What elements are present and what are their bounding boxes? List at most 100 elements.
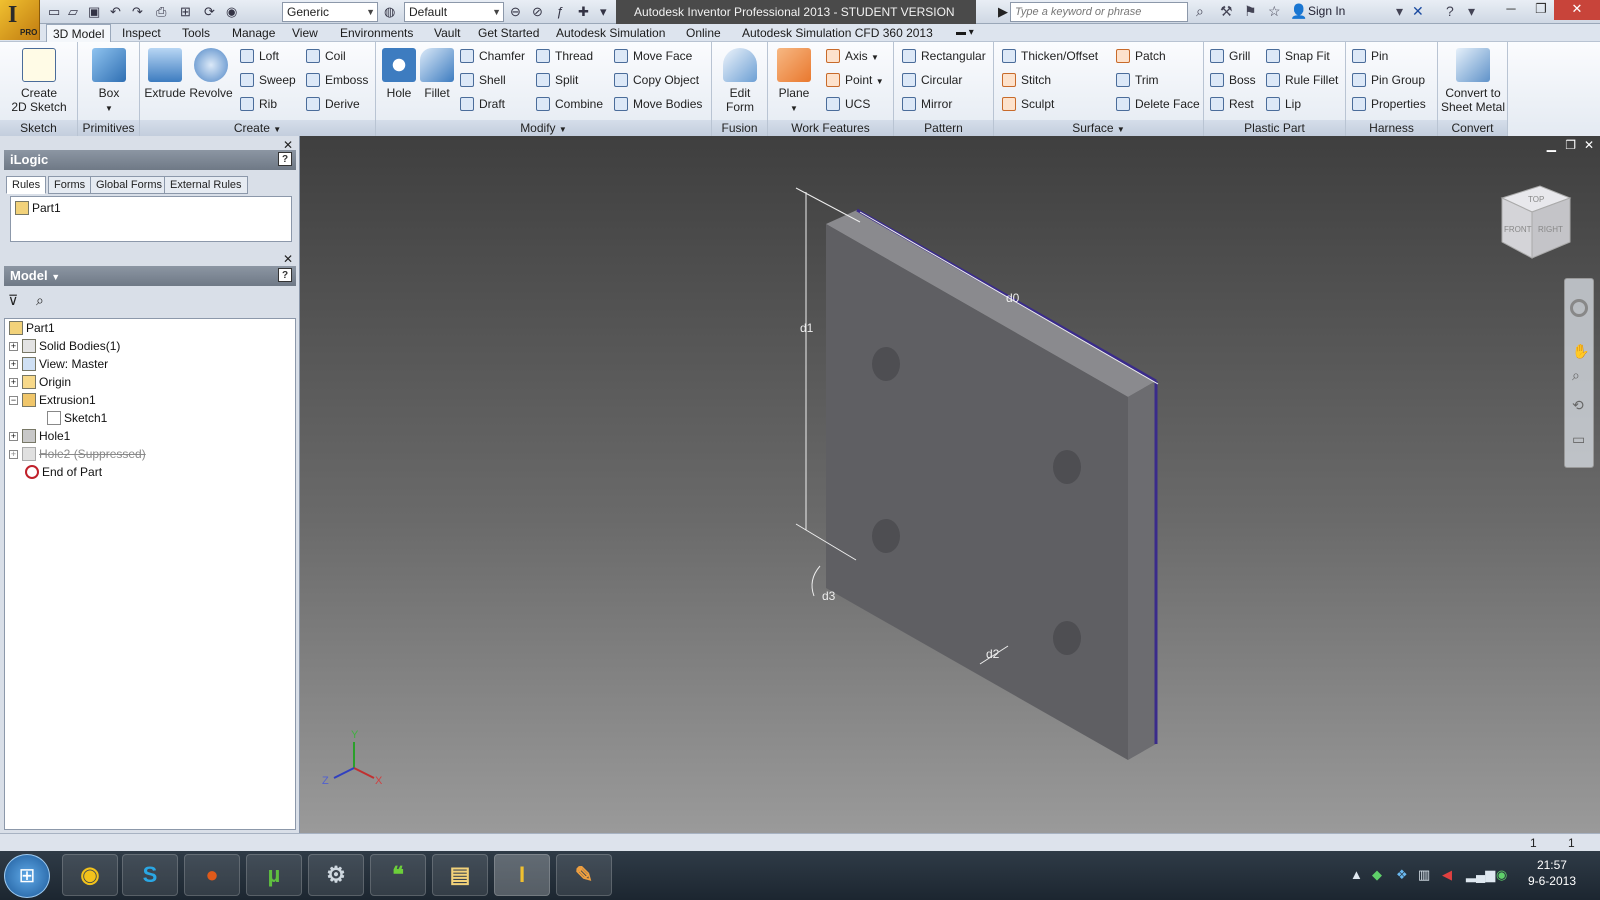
hole-feature[interactable] xyxy=(872,347,900,381)
help-search-input[interactable]: Type a keyword or phrase xyxy=(1010,2,1188,22)
shell-button[interactable]: Shell xyxy=(460,70,506,90)
favorites-star-icon[interactable]: ☆ xyxy=(1268,3,1281,20)
clear-override-icon[interactable]: ⊘ xyxy=(532,4,543,20)
tree-node-hole2-suppressed[interactable]: + Hole2 (Suppressed) xyxy=(9,445,146,463)
box-button[interactable]: Box ▼ xyxy=(90,48,128,116)
hole-feature[interactable] xyxy=(1053,621,1081,655)
dimension-d2[interactable]: d2 xyxy=(986,647,1000,661)
lip-button[interactable]: Lip xyxy=(1266,94,1301,114)
split-button[interactable]: Split xyxy=(536,70,578,90)
undo-icon[interactable]: ↶ xyxy=(110,4,121,20)
move-face-button[interactable]: Move Face xyxy=(614,46,692,66)
dimension-d1[interactable]: d1 xyxy=(800,321,814,335)
pin-group-button[interactable]: Pin Group xyxy=(1352,70,1425,90)
expand-icon[interactable]: + xyxy=(9,342,18,351)
orbit-icon[interactable]: ⟲ xyxy=(1572,397,1584,414)
tab-autodesk-simulation[interactable]: Autodesk Simulation xyxy=(550,24,671,42)
ribbon-display-icon[interactable]: ▬ ▾ xyxy=(950,24,980,42)
properties-button[interactable]: Properties xyxy=(1352,94,1426,114)
tab-3d-model[interactable]: 3D Model xyxy=(46,24,112,42)
model-header[interactable]: Model ▼? xyxy=(4,266,296,286)
restore-button[interactable]: ❐ xyxy=(1526,0,1556,20)
combine-button[interactable]: Combine xyxy=(536,94,603,114)
chevron-down-icon[interactable]: ▾ xyxy=(1468,3,1475,20)
tree-node-sketch1[interactable]: Sketch1 xyxy=(47,409,107,427)
projects-icon[interactable]: ◉ xyxy=(226,4,237,20)
select-icon[interactable]: ⊞ xyxy=(180,4,191,20)
tree-node-extrusion1[interactable]: − Extrusion1 xyxy=(9,391,96,409)
ucs-icon[interactable]: ✚ xyxy=(578,4,589,20)
thread-button[interactable]: Thread xyxy=(536,46,593,66)
snap-fit-button[interactable]: Snap Fit xyxy=(1266,46,1330,66)
exchange-apps-icon[interactable]: ✕ xyxy=(1412,3,1424,20)
chamfer-button[interactable]: Chamfer xyxy=(460,46,525,66)
binoculars-icon[interactable]: ⌕ xyxy=(1196,3,1204,20)
sweep-button[interactable]: Sweep xyxy=(240,70,296,90)
dimension-arc-d3[interactable] xyxy=(811,565,821,597)
panel-create-label[interactable]: Create ▼ xyxy=(140,120,375,136)
steering-wheel-icon[interactable] xyxy=(1570,299,1588,317)
extrude-button[interactable]: Extrude xyxy=(144,48,186,100)
application-menu-button[interactable]: I PRO xyxy=(0,0,40,40)
customize-icon[interactable]: ▾ xyxy=(600,4,607,20)
move-bodies-button[interactable]: Move Bodies xyxy=(614,94,702,114)
minimize-button[interactable]: ─ xyxy=(1496,0,1526,20)
tab-vault[interactable]: Vault xyxy=(428,24,466,42)
network-icon[interactable]: ▂▄▆ xyxy=(1466,867,1495,883)
hole-button[interactable]: Hole xyxy=(380,48,418,100)
tab-manage[interactable]: Manage xyxy=(226,24,281,42)
expand-arrow-icon[interactable]: ▶ xyxy=(998,4,1008,20)
mirror-button[interactable]: Mirror xyxy=(902,94,952,114)
pin-button[interactable]: Pin xyxy=(1352,46,1388,66)
help-icon[interactable]: ? xyxy=(1446,3,1454,19)
patch-button[interactable]: Patch xyxy=(1116,46,1166,66)
tab-simulation-cfd[interactable]: Autodesk Simulation CFD 360 2013 xyxy=(736,24,939,42)
ucs-button[interactable]: UCS xyxy=(826,94,870,114)
sculpt-button[interactable]: Sculpt xyxy=(1002,94,1054,114)
new-icon[interactable]: ▭ xyxy=(48,4,60,20)
expand-icon[interactable]: + xyxy=(9,360,18,369)
fillet-button[interactable]: Fillet xyxy=(418,48,456,100)
dropbox-icon[interactable]: ❖ xyxy=(1396,867,1408,883)
print-icon[interactable]: ⎙ xyxy=(156,4,166,20)
tab-online[interactable]: Online xyxy=(680,24,727,42)
measure-icon[interactable]: ⊖ xyxy=(510,4,521,20)
tab-rules[interactable]: Rules xyxy=(6,176,47,194)
filter-icon[interactable]: ⊽ xyxy=(8,292,18,309)
list-item[interactable]: Part1 xyxy=(15,199,61,217)
trim-button[interactable]: Trim xyxy=(1116,70,1159,90)
hole-feature[interactable] xyxy=(1053,450,1081,484)
tab-external-rules[interactable]: External Rules xyxy=(164,176,248,194)
chrome-icon[interactable]: ◉ xyxy=(62,854,118,896)
close-icon[interactable]: ✕ xyxy=(283,252,293,266)
delete-face-button[interactable]: Delete Face xyxy=(1116,94,1200,114)
collapse-icon[interactable]: − xyxy=(9,396,18,405)
boss-button[interactable]: Boss xyxy=(1210,70,1256,90)
circular-pattern-button[interactable]: Circular xyxy=(902,70,962,90)
thicken-offset-button[interactable]: Thicken/Offset xyxy=(1002,46,1098,66)
hole-feature[interactable] xyxy=(872,519,900,553)
derive-button[interactable]: Derive xyxy=(306,94,360,114)
emboss-button[interactable]: Emboss xyxy=(306,70,368,90)
utorrent-icon[interactable]: µ xyxy=(246,854,302,896)
binoculars-icon[interactable]: ⌕ xyxy=(36,292,44,309)
show-hidden-icons-icon[interactable]: ▲ xyxy=(1350,867,1363,882)
tree-node-end-of-part[interactable]: End of Part xyxy=(25,463,102,481)
firefox-icon[interactable]: ● xyxy=(184,854,240,896)
point-button[interactable]: Point ▼ xyxy=(826,70,884,90)
tree-node-hole1[interactable]: + Hole1 xyxy=(9,427,70,445)
parameters-icon[interactable]: ƒ xyxy=(556,4,563,20)
panel-surface-label[interactable]: Surface ▼ xyxy=(994,120,1203,136)
tree-node-origin[interactable]: + Origin xyxy=(9,373,71,391)
close-button[interactable]: ✕ xyxy=(1554,0,1600,20)
subscription-icon[interactable]: ⚒ xyxy=(1220,3,1233,20)
skype-icon[interactable]: S xyxy=(122,854,178,896)
tab-view[interactable]: View xyxy=(286,24,324,42)
paint-icon[interactable]: ✎ xyxy=(556,854,612,896)
rule-fillet-button[interactable]: Rule Fillet xyxy=(1266,70,1338,90)
tree-node-view-master[interactable]: + View: Master xyxy=(9,355,108,373)
dimension-d0[interactable]: d0 xyxy=(1006,291,1020,305)
redo-icon[interactable]: ↷ xyxy=(132,4,143,20)
tab-inspect[interactable]: Inspect xyxy=(116,24,167,42)
plane-button[interactable]: Plane ▼ xyxy=(774,48,814,116)
